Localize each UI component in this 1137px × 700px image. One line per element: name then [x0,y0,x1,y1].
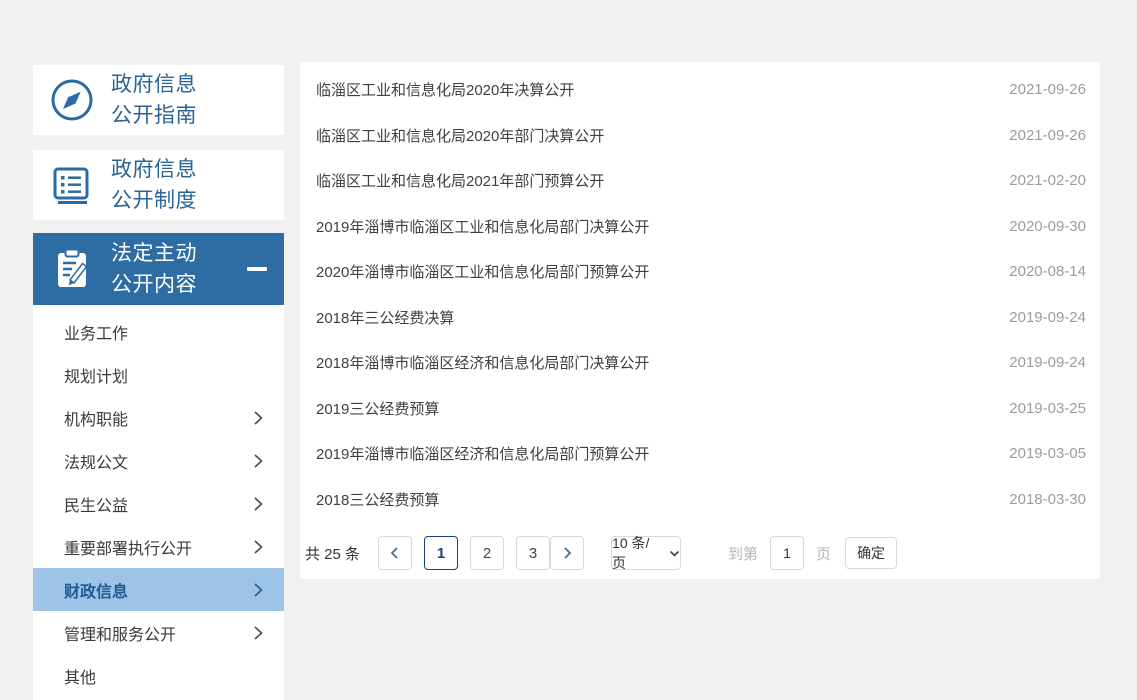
menu-item-label: 管理和服务公开 [64,621,176,645]
article-row: 临淄区工业和信息化局2020年部门决算公开 2021-09-26 [300,113,1100,159]
sidebar-menu-item[interactable]: 重要部署执行公开 [33,525,284,568]
sidebar-menu-item[interactable]: 业务工作 [33,310,284,353]
sidebar-card-statutory-label: 法定主动 公开内容 [111,238,197,300]
sidebar: 政府信息 公开指南 政府信息 公开制度 [33,65,284,700]
article-title[interactable]: 2019年淄博市临淄区经济和信息化局部门预算公开 [316,443,649,464]
menu-item-label: 业务工作 [64,320,128,344]
page-size-select[interactable]: 10 条/页 [611,536,681,570]
sidebar-menu-item[interactable]: 财政信息 [33,568,284,611]
prev-page-button[interactable] [378,536,412,570]
chevron-left-icon [389,546,401,560]
page-buttons: 123 [424,536,550,570]
sidebar-menu-item[interactable]: 民生公益 [33,482,284,525]
next-page-button[interactable] [550,536,584,570]
menu-item-label: 机构职能 [64,406,128,430]
page-jump: 到第 页 确定 [728,536,897,570]
compass-icon [49,77,95,123]
sidebar-menu-item[interactable]: 其他 [33,654,284,697]
article-title[interactable]: 2018年淄博市临淄区经济和信息化局部门决算公开 [316,352,649,373]
page-number-button[interactable]: 2 [470,536,504,570]
menu-item-label: 其他 [64,664,96,688]
confirm-button[interactable]: 确定 [845,537,897,569]
article-date: 2021-09-26 [1009,127,1086,144]
sidebar-menu-item[interactable]: 法规公文 [33,439,284,482]
sidebar-menu-item[interactable]: 机构职能 [33,396,284,439]
sidebar-menu-item[interactable]: 规划计划 [33,353,284,396]
article-list: 临淄区工业和信息化局2020年决算公开 2021-09-26 临淄区工业和信息化… [300,62,1100,522]
minus-icon[interactable] [247,267,267,271]
chevron-right-icon [253,539,264,555]
jump-prefix-label: 到第 [728,543,758,564]
article-date: 2021-02-20 [1009,172,1086,189]
article-date: 2019-09-24 [1009,354,1086,371]
article-title[interactable]: 临淄区工业和信息化局2021年部门预算公开 [316,170,604,191]
chevron-right-icon [253,410,264,426]
menu-item-label: 财政信息 [64,578,128,602]
sidebar-card-rules[interactable]: 政府信息 公开制度 [33,150,284,220]
chevron-right-icon [253,453,264,469]
sidebar-card-rules-label: 政府信息 公开制度 [111,154,197,216]
article-title[interactable]: 2020年淄博市临淄区工业和信息化局部门预算公开 [316,261,649,282]
page-number-button[interactable]: 1 [424,536,458,570]
jump-suffix-label: 页 [816,543,831,564]
article-row: 2019三公经费预算 2019-03-25 [300,386,1100,432]
article-date: 2020-09-30 [1009,218,1086,235]
article-title[interactable]: 临淄区工业和信息化局2020年决算公开 [316,79,574,100]
article-title[interactable]: 临淄区工业和信息化局2020年部门决算公开 [316,125,604,146]
article-row: 2019年淄博市临淄区经济和信息化局部门预算公开 2019-03-05 [300,431,1100,477]
article-row: 2020年淄博市临淄区工业和信息化局部门预算公开 2020-08-14 [300,249,1100,295]
article-row: 2018年三公经费决算 2019-09-24 [300,295,1100,341]
page-size-label: 10 条/页 [612,533,662,573]
chevron-right-icon [561,546,573,560]
chevron-down-icon [669,550,680,557]
chevron-right-icon [253,625,264,641]
article-title[interactable]: 2019年淄博市临淄区工业和信息化局部门决算公开 [316,216,649,237]
chevron-right-icon [253,582,264,598]
sidebar-menu-item[interactable]: 管理和服务公开 [33,611,284,654]
page: { "sidebar": { "cards": [ {"line1": "政府信… [0,0,1137,700]
article-date: 2019-03-25 [1009,400,1086,417]
article-row: 2018三公经费预算 2018-03-30 [300,477,1100,523]
article-date: 2021-09-26 [1009,81,1086,98]
article-row: 临淄区工业和信息化局2020年决算公开 2021-09-26 [300,67,1100,113]
article-title[interactable]: 2019三公经费预算 [316,398,439,419]
article-date: 2020-08-14 [1009,263,1086,280]
content-panel: 临淄区工业和信息化局2020年决算公开 2021-09-26 临淄区工业和信息化… [300,62,1100,579]
chevron-right-icon [253,496,264,512]
sidebar-card-statutory[interactable]: 法定主动 公开内容 [33,233,284,305]
clipboard-pen-icon [49,246,95,292]
menu-item-label: 重要部署执行公开 [64,535,192,559]
menu-item-label: 民生公益 [64,492,128,516]
jump-page-input[interactable] [770,536,804,570]
pagination: 共 25 条 123 10 条/页 到第 页 确定 [300,536,1100,570]
total-count-label: 共 25 条 [305,543,360,564]
article-row: 临淄区工业和信息化局2021年部门预算公开 2021-02-20 [300,158,1100,204]
article-date: 2019-09-24 [1009,309,1086,326]
ledger-icon [49,162,95,208]
article-row: 2018年淄博市临淄区经济和信息化局部门决算公开 2019-09-24 [300,340,1100,386]
article-title[interactable]: 2018三公经费预算 [316,489,439,510]
menu-item-label: 规划计划 [64,363,128,387]
sidebar-menu: 业务工作 规划计划 机构职能 法规公文 民生公益 重要部署执行公开 财政信息 [33,305,284,700]
menu-item-label: 法规公文 [64,449,128,473]
sidebar-card-guide[interactable]: 政府信息 公开指南 [33,65,284,135]
article-title[interactable]: 2018年三公经费决算 [316,307,454,328]
article-date: 2019-03-05 [1009,445,1086,462]
page-number-button[interactable]: 3 [516,536,550,570]
article-row: 2019年淄博市临淄区工业和信息化局部门决算公开 2020-09-30 [300,204,1100,250]
article-date: 2018-03-30 [1009,491,1086,508]
sidebar-card-guide-label: 政府信息 公开指南 [111,69,197,131]
